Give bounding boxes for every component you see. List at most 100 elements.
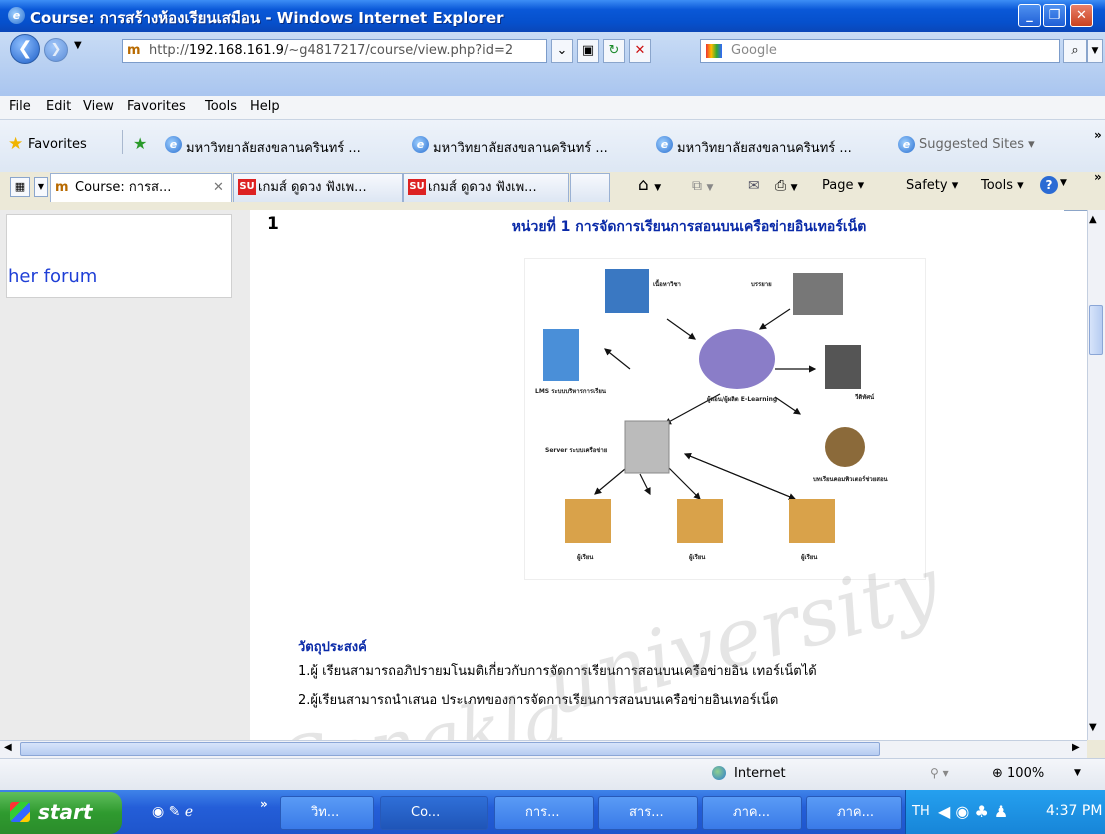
internet-zone-icon	[712, 766, 726, 780]
tools-menu-button[interactable]: Tools ▾	[981, 178, 1024, 193]
diagram-label: ผู้เรียน	[689, 553, 706, 562]
taskbar-item-word-3[interactable]: ภาค...	[806, 796, 902, 830]
favorite-link-2[interactable]: มหาวิทยาลัยสงขลานครินทร์ ...	[433, 137, 608, 158]
page-icon: e	[656, 136, 673, 153]
favorite-link-3[interactable]: มหาวิทยาลัยสงขลานครินทร์ ...	[677, 137, 852, 158]
maximize-button[interactable]: ❐	[1043, 4, 1066, 27]
clock[interactable]: 4:37 PM	[1046, 803, 1102, 819]
scroll-up-icon[interactable]: ▲	[1089, 214, 1097, 225]
scroll-right-icon[interactable]: ▶	[1072, 742, 1080, 753]
video-image	[825, 345, 861, 389]
command-overflow-icon[interactable]: »	[1094, 170, 1102, 184]
windows-logo-icon	[10, 802, 30, 822]
server-image	[624, 420, 670, 474]
tab-course[interactable]: Course: การส... ✕	[50, 173, 232, 202]
diagram-label: บทเรียนคอมพิวเตอร์ช่วยสอน	[813, 475, 889, 483]
search-options-icon[interactable]: ▼	[1087, 39, 1103, 63]
elearning-diagram: เนื้อหาวิชา บรรยาย LMS ระบบบริหารการเรีย…	[524, 258, 926, 580]
learner-image-3	[789, 499, 835, 543]
favorites-button[interactable]: Favorites	[28, 137, 87, 152]
cai-image	[825, 427, 865, 467]
section-number: 1	[267, 214, 279, 234]
taskbar-item-folder[interactable]: วิท...	[280, 796, 374, 830]
diagram-label: Server ระบบเครือข่าย	[545, 446, 608, 454]
favorite-link-1[interactable]: มหาวิทยาลัยสงขลานครินทร์ ...	[186, 137, 361, 158]
quick-launch-icons[interactable]: ◉ ✎ ℯ	[152, 804, 193, 820]
close-tab-icon[interactable]: ✕	[213, 174, 224, 201]
favorites-star-icon: ★	[8, 134, 24, 154]
site-favicon: SU	[408, 179, 426, 195]
security-zone-label: Internet	[734, 766, 786, 781]
menu-favorites[interactable]: Favorites	[127, 99, 186, 114]
new-tab-button[interactable]	[570, 173, 610, 202]
diagram-label: บรรยาย	[751, 281, 772, 288]
scroll-down-icon[interactable]: ▼	[1089, 722, 1097, 733]
tab-games-2[interactable]: เกมส์ ดูดวง ฟังเพ...	[403, 173, 569, 202]
menu-view[interactable]: View	[83, 99, 114, 114]
diagram-label: LMS ระบบบริหารการเรียน	[535, 387, 607, 395]
address-input[interactable]: http://192.168.161.9/~g4817217/course/vi…	[122, 39, 547, 63]
recent-pages-dropdown-icon[interactable]: ▼	[74, 40, 82, 51]
page-menu-button[interactable]: Page ▾	[822, 178, 864, 193]
tab-label: Course: การส...	[75, 180, 172, 195]
taskbar-item-course[interactable]: Co...	[380, 796, 488, 830]
quick-tabs-icon[interactable]: ▦	[10, 177, 30, 197]
menu-file[interactable]: File	[9, 99, 31, 114]
help-dropdown-icon[interactable]: ▼	[1060, 178, 1067, 188]
diagram-svg: เนื้อหาวิชา บรรยาย LMS ระบบบริหารการเรีย…	[535, 269, 889, 562]
tab-list-dropdown-icon[interactable]: ▼	[34, 177, 48, 197]
tab-games-1[interactable]: เกมส์ ดูดวง ฟังเพ...	[233, 173, 403, 202]
zoom-dropdown-icon[interactable]: ▼	[1074, 768, 1081, 778]
forum-link[interactable]: her forum	[8, 266, 97, 287]
print-icon[interactable]: ⎙ ▼	[775, 178, 798, 194]
overflow-chevron-icon[interactable]: »	[1094, 128, 1102, 142]
moodle-favicon: m	[127, 43, 141, 58]
window-title: Course: การสร้างห้องเรียนเสมือน - Window…	[30, 9, 504, 27]
diagram-label: ผู้สอน/ผู้ผลิต E-Learning	[707, 395, 777, 404]
content-image	[605, 269, 649, 313]
taskbar-item-word-2[interactable]: ภาค...	[702, 796, 802, 830]
add-favorite-icon[interactable]: ★	[133, 134, 147, 153]
instructor-image	[699, 329, 775, 389]
vertical-scrollbar[interactable]	[1087, 210, 1105, 740]
close-button[interactable]: ✕	[1070, 4, 1093, 27]
vertical-scroll-thumb[interactable]	[1089, 305, 1103, 355]
suggested-sites-button[interactable]: Suggested Sites ▾	[919, 137, 1035, 152]
stop-button[interactable]: ✕	[629, 39, 651, 63]
help-icon[interactable]: ?	[1040, 176, 1058, 194]
forward-button[interactable]: ❯	[44, 38, 68, 62]
scroll-left-icon[interactable]: ◀	[4, 742, 12, 753]
menu-tools[interactable]: Tools	[205, 99, 237, 114]
protected-mode-icon[interactable]: ⚲ ▾	[930, 766, 949, 780]
section-number-column	[250, 210, 294, 740]
search-button[interactable]: ⌕	[1063, 39, 1087, 63]
objectives-heading: วัตถุประสงค์	[298, 640, 367, 655]
safety-menu-button[interactable]: Safety ▾	[906, 178, 958, 193]
language-indicator[interactable]: TH	[912, 804, 930, 819]
learner-image-2	[677, 499, 723, 543]
compatibility-view-icon[interactable]: ▣	[577, 39, 599, 63]
menu-edit[interactable]: Edit	[46, 99, 71, 114]
quick-launch-overflow-icon[interactable]: »	[260, 797, 268, 811]
feeds-icon[interactable]: ⧉ ▼	[692, 178, 713, 194]
diagram-label: ผู้เรียน	[801, 553, 818, 562]
zoom-button[interactable]: ⊕ 100%	[992, 766, 1044, 781]
ie-logo-icon: e	[8, 7, 25, 24]
taskbar-item-word-1[interactable]: สาร...	[598, 796, 698, 830]
address-dropdown-button[interactable]: ⌄	[551, 39, 573, 63]
read-mail-icon[interactable]: ✉	[748, 178, 760, 194]
search-input[interactable]: Google	[700, 39, 1060, 63]
lecture-image	[793, 273, 843, 315]
minimize-button[interactable]: _	[1018, 4, 1041, 27]
menu-help[interactable]: Help	[250, 99, 280, 114]
favorites-divider	[122, 130, 123, 154]
page-icon: e	[165, 136, 182, 153]
back-button[interactable]: ❮	[10, 34, 40, 64]
tray-icons[interactable]: ◀ ◉ ♣ ♟	[938, 802, 1008, 821]
horizontal-scroll-thumb[interactable]	[20, 742, 880, 756]
refresh-button[interactable]: ↻	[603, 39, 625, 63]
taskbar-item-ie[interactable]: การ...	[494, 796, 594, 830]
home-icon[interactable]: ⌂ ▼	[638, 175, 661, 195]
diagram-label: วีดิทัศน์	[854, 393, 875, 401]
lms-image	[543, 329, 579, 381]
